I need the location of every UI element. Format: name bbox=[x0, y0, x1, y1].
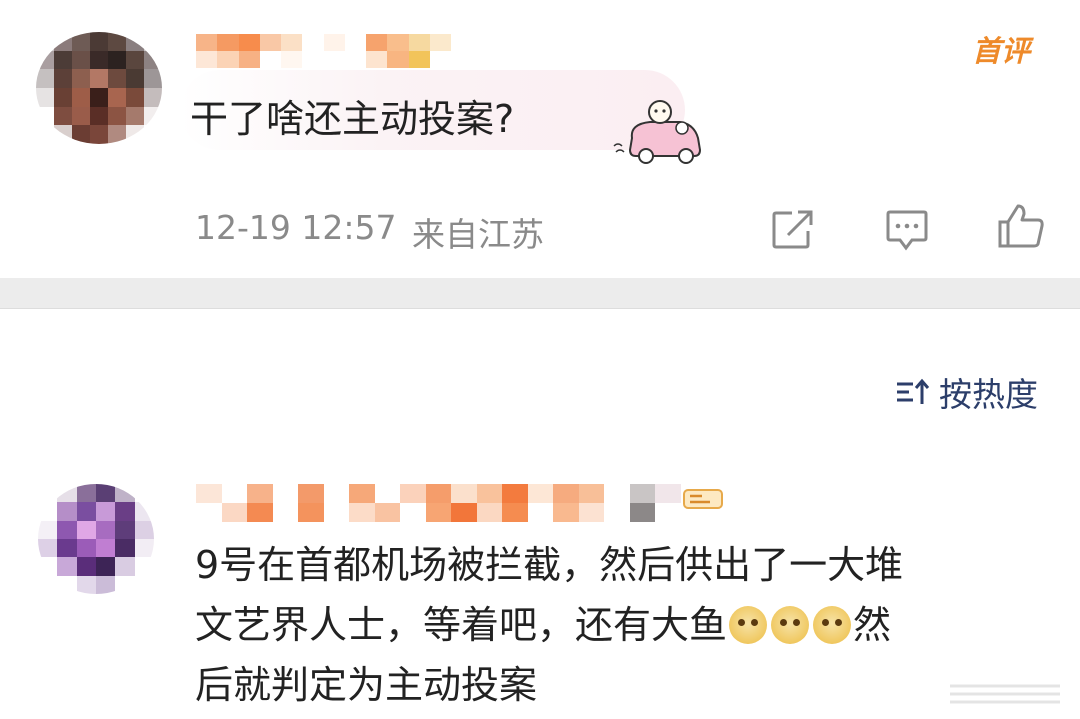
doge-emoji-icon bbox=[729, 606, 768, 644]
doge-emoji-icon bbox=[813, 606, 852, 644]
comment-2-line-2-text: 文艺界人士，等着吧，还有大鱼 bbox=[195, 603, 728, 647]
comment-2-line-3: 后就判定为主动投案 bbox=[195, 663, 538, 707]
comment-1-location: 来自江苏 bbox=[412, 215, 544, 254]
comment-1-text: 干了啥还主动投案? bbox=[190, 97, 515, 141]
first-comment-badge: 首评 bbox=[972, 34, 1031, 68]
section-divider bbox=[0, 278, 1080, 309]
comment-icon[interactable] bbox=[884, 208, 930, 252]
car-dog-decoration-icon bbox=[613, 100, 702, 164]
watermark-lines bbox=[950, 684, 1060, 704]
username-2[interactable] bbox=[196, 484, 681, 522]
doge-emoji-icon bbox=[771, 606, 810, 644]
sort-icon bbox=[897, 378, 930, 404]
comment-2-line-2: 文艺界人士，等着吧，还有大鱼 然 bbox=[195, 594, 891, 649]
comment-1-time: 12-19 12:57 bbox=[195, 208, 397, 247]
share-icon[interactable] bbox=[770, 207, 816, 251]
avatar-1[interactable] bbox=[36, 32, 162, 144]
username-1[interactable] bbox=[196, 34, 451, 68]
comment-2-line-2-tail: 然 bbox=[853, 603, 892, 647]
sort-by-heat-button[interactable]: 按热度 bbox=[895, 368, 1038, 416]
fan-badge-icon bbox=[683, 489, 723, 509]
avatar-2[interactable] bbox=[38, 484, 154, 594]
like-icon[interactable] bbox=[996, 202, 1046, 250]
sort-label: 按热度 bbox=[939, 375, 1038, 414]
comment-2-line-1: 9号在首都机场被拦截，然后供出了一大堆 bbox=[195, 543, 904, 587]
